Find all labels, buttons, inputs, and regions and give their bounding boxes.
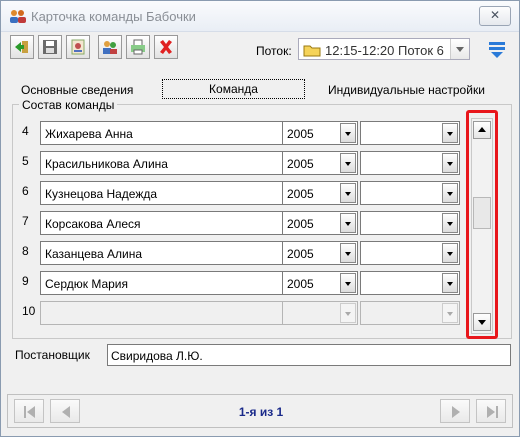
card-icon — [71, 39, 85, 55]
flow-value: 12:15-12:20 Поток 6 — [325, 43, 444, 58]
chevron-down-icon[interactable] — [442, 273, 458, 293]
users-icon — [103, 41, 117, 54]
card-button[interactable] — [66, 35, 90, 59]
close-button[interactable]: ✕ — [479, 6, 511, 26]
team-icon — [10, 10, 26, 23]
birth-year-select[interactable]: 2005 — [282, 211, 358, 235]
flow-select[interactable]: 12:15-12:20 Поток 6 — [298, 38, 470, 60]
row-number: 5 — [22, 154, 29, 168]
member-name-field[interactable]: Корсакова Алеся — [40, 211, 296, 235]
save-button[interactable] — [38, 35, 62, 59]
scrollbar-highlight-box — [466, 110, 498, 339]
tab-basic-info[interactable]: Основные сведения — [21, 83, 133, 97]
table-row: 10 — [20, 298, 465, 328]
row-number: 10 — [22, 304, 36, 318]
exit-icon — [15, 41, 28, 53]
birth-year-value: 2005 — [287, 187, 314, 201]
team-card-window: Карточка команды Бабочки ✕ Поток: 12:15-… — [0, 0, 520, 437]
record-counter: 1-я из 1 — [238, 405, 284, 419]
chevron-down-icon[interactable] — [450, 39, 469, 59]
team-grid: 4 Жихарева Анна 2005 5 Красильникова Али… — [20, 118, 465, 332]
director-label: Постановщик — [15, 348, 90, 362]
birth-year-select[interactable]: 2005 — [282, 151, 358, 175]
filter-icon[interactable] — [486, 39, 508, 59]
birth-year-value: 2005 — [287, 247, 314, 261]
print-button[interactable] — [126, 35, 150, 59]
delete-button[interactable] — [154, 35, 178, 59]
table-row: 6 Кузнецова Надежда 2005 — [20, 178, 465, 208]
extra-select[interactable] — [360, 241, 460, 265]
extra-select[interactable] — [360, 181, 460, 205]
member-name-field — [40, 301, 296, 325]
table-row: 8 Казанцева Алина 2005 — [20, 238, 465, 268]
birth-year-value: 2005 — [287, 127, 314, 141]
last-record-button[interactable] — [476, 399, 506, 423]
member-name-field[interactable]: Жихарева Анна — [40, 121, 296, 145]
director-field[interactable]: Свиридова Л.Ю. — [107, 344, 511, 366]
chevron-down-icon[interactable] — [340, 183, 356, 203]
chevron-down-icon[interactable] — [340, 213, 356, 233]
birth-year-select[interactable]: 2005 — [282, 121, 358, 145]
users-button[interactable] — [98, 35, 122, 59]
tab-individual-settings[interactable]: Индивидуальные настройки — [328, 83, 485, 97]
extra-select[interactable] — [360, 271, 460, 295]
window-title: Карточка команды Бабочки — [31, 9, 196, 24]
chevron-down-icon[interactable] — [442, 183, 458, 203]
birth-year-value: 2005 — [287, 157, 314, 171]
birth-year-value: 2005 — [287, 217, 314, 231]
chevron-down-icon[interactable] — [340, 123, 356, 143]
chevron-down-icon[interactable] — [442, 123, 458, 143]
row-number: 6 — [22, 184, 29, 198]
extra-select[interactable] — [360, 211, 460, 235]
birth-year-select[interactable]: 2005 — [282, 181, 358, 205]
delete-icon — [160, 40, 172, 54]
chevron-down-icon — [442, 303, 458, 323]
chevron-down-icon[interactable] — [442, 213, 458, 233]
title-bar: Карточка команды Бабочки ✕ — [1, 1, 519, 32]
member-name-field[interactable]: Казанцева Алина — [40, 241, 296, 265]
row-number: 9 — [22, 274, 29, 288]
table-row: 9 Сердюк Мария 2005 — [20, 268, 465, 298]
record-navigator: 1-я из 1 — [7, 394, 513, 428]
extra-select[interactable] — [360, 121, 460, 145]
last-record-icon — [487, 406, 498, 418]
birth-year-select[interactable]: 2005 — [282, 271, 358, 295]
flow-label: Поток: — [256, 44, 292, 58]
save-icon — [43, 40, 57, 54]
next-record-button[interactable] — [440, 399, 470, 423]
member-name-field[interactable]: Красильникова Алина — [40, 151, 296, 175]
tab-team[interactable]: Команда — [162, 79, 305, 99]
exit-button[interactable] — [10, 35, 34, 59]
tab-bar: Основные сведения Команда Индивидуальные… — [1, 73, 519, 99]
team-group-label: Состав команды — [19, 98, 118, 112]
print-icon — [131, 39, 145, 55]
chevron-down-icon — [340, 303, 356, 323]
extra-select — [360, 301, 460, 325]
birth-year-select — [282, 301, 358, 325]
row-number: 8 — [22, 244, 29, 258]
table-row: 7 Корсакова Алеся 2005 — [20, 208, 465, 238]
toolbar: Поток: 12:15-12:20 Поток 6 — [6, 35, 514, 65]
table-row: 5 Красильникова Алина 2005 — [20, 148, 465, 178]
birth-year-select[interactable]: 2005 — [282, 241, 358, 265]
member-name-field[interactable]: Сердюк Мария — [40, 271, 296, 295]
row-number: 4 — [22, 124, 29, 138]
chevron-down-icon[interactable] — [442, 153, 458, 173]
member-name-field[interactable]: Кузнецова Надежда — [40, 181, 296, 205]
next-record-icon — [452, 406, 460, 418]
chevron-down-icon[interactable] — [340, 273, 356, 293]
chevron-down-icon[interactable] — [442, 243, 458, 263]
chevron-down-icon[interactable] — [340, 153, 356, 173]
row-number: 7 — [22, 214, 29, 228]
folder-icon — [303, 45, 321, 57]
extra-select[interactable] — [360, 151, 460, 175]
table-row: 4 Жихарева Анна 2005 — [20, 118, 465, 148]
birth-year-value: 2005 — [287, 277, 314, 291]
chevron-down-icon[interactable] — [340, 243, 356, 263]
